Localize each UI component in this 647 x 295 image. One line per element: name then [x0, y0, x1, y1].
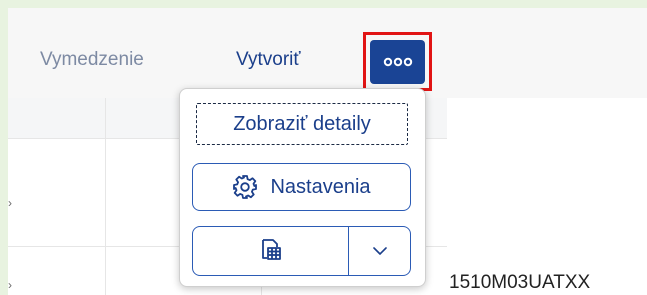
vymedzenie-button[interactable]: Vymedzenie: [40, 48, 144, 72]
top-strip: [0, 0, 647, 8]
gear-icon: [232, 174, 258, 200]
row-expand-icon[interactable]: ›: [8, 278, 12, 292]
overflow-popover: Zobraziť detaily Nastavenia: [179, 88, 426, 287]
column-divider: [105, 98, 106, 295]
chevron-down-icon: [372, 244, 388, 259]
export-split-button: [192, 226, 411, 276]
vytvorit-button[interactable]: Vytvoriť: [236, 48, 301, 72]
nastavenia-label: Nastavenia: [270, 175, 371, 198]
zobrazit-detaily-button[interactable]: Zobraziť detaily: [196, 103, 408, 145]
overflow-menu-button[interactable]: [370, 39, 425, 84]
overflow-highlight: [363, 32, 432, 91]
left-strip: [0, 8, 8, 295]
export-button[interactable]: [193, 227, 348, 275]
export-dropdown-button[interactable]: [349, 227, 410, 275]
more-dots-icon: [383, 57, 413, 67]
system-id-label: 1510M03UATXX: [449, 272, 591, 293]
spreadsheet-export-icon: [258, 237, 284, 266]
row-expand-icon[interactable]: ›: [8, 196, 12, 210]
nastavenia-button[interactable]: Nastavenia: [192, 163, 411, 211]
toolbar: Vymedzenie Vytvoriť: [8, 8, 647, 98]
